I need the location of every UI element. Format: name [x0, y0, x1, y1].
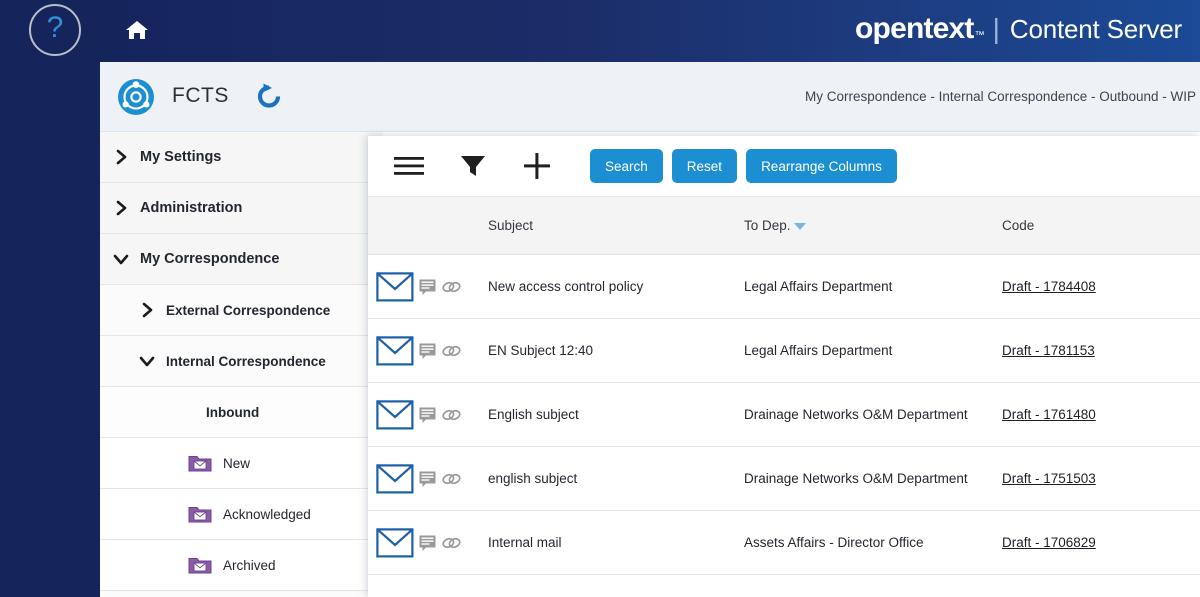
opentext-brand: opentext ™ | Content Server [855, 12, 1182, 46]
chevron-right-icon[interactable] [112, 199, 130, 217]
cell-to-dep: Legal Affairs Department [744, 279, 893, 294]
reset-button[interactable]: Reset [671, 149, 738, 183]
sidebar-item-external-correspondence[interactable]: External Correspondence [100, 285, 383, 336]
cell-subject: English subject [488, 407, 579, 422]
cell-subject: Internal mail [488, 535, 562, 550]
cell-subject: english subject [488, 471, 578, 486]
sidebar-item-label: My Settings [140, 149, 222, 165]
application-header: FCTS My Correspondence - Internal Corres… [100, 62, 1200, 132]
cell-code-link[interactable]: Draft - 1706829 [1002, 535, 1096, 550]
column-header-code-label: Code [1002, 218, 1035, 233]
home-icon[interactable] [124, 18, 150, 42]
caret-down-icon [793, 223, 806, 230]
sidebar-item-label: My Correspondence [140, 251, 280, 267]
envelope-icon[interactable] [376, 463, 414, 494]
sidebar-item-label: Administration [140, 200, 243, 216]
sidebar-item-administration[interactable]: Administration [100, 183, 383, 234]
sidebar-navigation: My Settings Administration My Corresponden… [100, 132, 383, 597]
cell-code-link[interactable]: Draft - 1784408 [1002, 279, 1096, 294]
comment-icon[interactable] [419, 535, 436, 551]
comment-icon[interactable] [419, 279, 436, 295]
product-name: Content Server [1009, 14, 1182, 44]
filter-funnel-icon[interactable] [450, 146, 496, 186]
comment-icon[interactable] [419, 343, 436, 359]
sidebar-item-new[interactable]: New [100, 438, 383, 489]
cell-to-dep: Drainage Networks O&M Department [744, 407, 968, 422]
table-row[interactable]: Internal mail Assets Affairs - Director O… [368, 511, 1200, 575]
table-row[interactable]: EN Subject 12:40 Legal Affairs Department… [368, 319, 1200, 383]
sidebar-item-archived[interactable]: Archived [100, 540, 383, 591]
application-root: ? opentext ™ | Content Server FCTS My Co… [0, 0, 1200, 597]
paperclip-icon[interactable] [442, 471, 461, 486]
brand-name: opentext [855, 12, 974, 45]
sidebar-item-label: New [223, 455, 251, 471]
sidebar-item-label: Inbound [206, 404, 260, 420]
comment-icon[interactable] [419, 407, 436, 423]
paperclip-icon[interactable] [442, 279, 461, 294]
question-mark-icon: ? [46, 11, 64, 44]
rearrange-columns-button[interactable]: Rearrange Columns [746, 149, 897, 183]
cell-to-dep: Assets Affairs - Director Office [744, 535, 924, 550]
search-button[interactable]: Search [590, 149, 663, 183]
envelope-icon[interactable] [376, 527, 414, 558]
breadcrumb: My Correspondence - Internal Corresponde… [805, 89, 1196, 104]
chevron-down-icon[interactable] [138, 352, 156, 370]
table-body: New access control policy Legal Affairs D… [368, 255, 1200, 575]
cell-code-link[interactable]: Draft - 1781153 [1002, 343, 1095, 358]
trademark-symbol: ™ [974, 30, 985, 41]
envelope-icon[interactable] [376, 335, 414, 366]
mail-folder-icon [188, 453, 212, 473]
table-header-row: Subject To Dep. Code [368, 196, 1200, 255]
sidebar-item-label: Internal Correspondence [166, 353, 326, 369]
no-icon [178, 403, 196, 421]
sidebar-item-label: Archived [223, 557, 276, 573]
table-row[interactable]: English subject Drainage Networks O&M Dep… [368, 383, 1200, 447]
sidebar-item-inbound[interactable]: Inbound [100, 387, 383, 438]
cell-subject: EN Subject 12:40 [488, 343, 594, 358]
chevron-down-icon[interactable] [112, 250, 130, 268]
left-navy-rail [0, 0, 100, 597]
mail-folder-icon [188, 504, 212, 524]
cell-subject: New access control policy [488, 279, 644, 294]
sidebar-item-acknowledged[interactable]: Acknowledged [100, 489, 383, 540]
comment-icon[interactable] [419, 471, 436, 487]
chevron-right-icon[interactable] [112, 148, 130, 166]
top-brand-bar: opentext ™ | Content Server [100, 0, 1200, 62]
column-header-subject-label: Subject [488, 218, 534, 233]
paperclip-icon[interactable] [442, 343, 461, 358]
brand-divider: | [992, 13, 1000, 44]
hamburger-menu-icon[interactable] [386, 146, 432, 186]
column-header-to-dep-label: To Dep. [744, 218, 791, 233]
column-header-to-dep[interactable]: To Dep. [744, 218, 806, 233]
sidebar-item-my-settings[interactable]: My Settings [100, 132, 383, 183]
fcts-logo-icon [117, 78, 155, 116]
table-row[interactable]: english subject Drainage Networks O&M Dep… [368, 447, 1200, 511]
table-row[interactable]: New access control policy Legal Affairs D… [368, 255, 1200, 319]
sidebar-item-label: External Correspondence [166, 302, 331, 318]
cell-to-dep: Legal Affairs Department [744, 343, 893, 358]
cell-to-dep: Drainage Networks O&M Department [744, 471, 968, 486]
cell-code-link[interactable]: Draft - 1751503 [1002, 471, 1096, 486]
column-header-code[interactable]: Code [1002, 218, 1034, 233]
chevron-right-icon[interactable] [138, 301, 156, 319]
table-toolbar: Search Reset Rearrange Columns [368, 136, 1200, 196]
column-header-subject[interactable]: Subject [488, 218, 533, 233]
envelope-icon[interactable] [376, 271, 414, 302]
refresh-icon[interactable] [255, 81, 283, 111]
plus-icon[interactable] [514, 146, 560, 186]
mail-folder-icon [188, 555, 212, 575]
sidebar-item-label: Acknowledged [223, 506, 311, 522]
app-title: FCTS [172, 84, 229, 107]
help-button[interactable]: ? [29, 4, 81, 56]
paperclip-icon[interactable] [442, 407, 461, 422]
sidebar-item-internal-correspondence[interactable]: Internal Correspondence [100, 336, 383, 387]
envelope-icon[interactable] [376, 399, 414, 430]
paperclip-icon[interactable] [442, 535, 461, 550]
cell-code-link[interactable]: Draft - 1761480 [1002, 407, 1096, 422]
content-panel: Search Reset Rearrange Columns Subject T… [368, 136, 1200, 597]
sidebar-item-my-correspondence[interactable]: My Correspondence [100, 234, 383, 285]
